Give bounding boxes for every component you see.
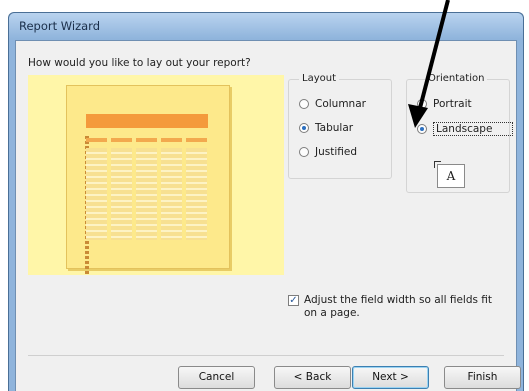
adjust-field-width-label: Adjust the field width so all fields fit… [304,294,493,319]
next-button[interactable]: Next > [352,366,429,389]
radio-landscape-label: Landscape [433,122,514,136]
radio-justified-indicator[interactable] [299,147,309,157]
radio-tabular[interactable]: Tabular [299,122,353,134]
finish-button[interactable]: Finish [444,366,521,389]
layout-group-label: Layout [299,73,339,84]
layout-question: How would you like to lay out your repor… [28,57,251,69]
radio-columnar[interactable]: Columnar [299,98,366,110]
back-button[interactable]: < Back [274,366,351,389]
layout-preview [28,75,284,275]
radio-landscape[interactable]: Landscape [417,122,514,136]
orientation-group: Orientation Portrait Landscape A [406,73,514,193]
preview-page-image [66,85,230,274]
layout-group: Layout Columnar Tabular Justified [288,73,392,179]
cancel-button[interactable]: Cancel [178,366,255,389]
preview-columns [86,148,207,240]
radio-tabular-indicator[interactable] [299,123,309,133]
radio-portrait-label: Portrait [433,98,472,110]
window-title: Report Wizard [19,19,100,33]
radio-justified-label: Justified [315,146,357,158]
orientation-group-label: Orientation [425,73,488,84]
radio-columnar-indicator[interactable] [299,99,309,109]
radio-portrait-indicator[interactable] [417,99,427,109]
preview-title-bar [86,114,208,128]
radio-portrait[interactable]: Portrait [417,98,472,110]
radio-columnar-label: Columnar [315,98,366,110]
radio-tabular-label: Tabular [315,122,354,134]
wizard-body: How would you like to lay out your repor… [15,40,521,391]
landscape-page-icon: A [434,161,465,188]
report-wizard-window: Report Wizard How would you like to lay … [8,12,524,391]
orientation-icon-letter: A [446,169,456,183]
adjust-field-width-checkbox[interactable]: ✓ [288,295,299,306]
title-bar[interactable]: Report Wizard [9,13,523,39]
adjust-field-width-option[interactable]: ✓ Adjust the field width so all fields f… [288,294,508,320]
radio-justified[interactable]: Justified [299,146,357,158]
radio-landscape-indicator[interactable] [417,124,427,134]
preview-column-headers [86,138,207,142]
button-separator [28,355,504,356]
